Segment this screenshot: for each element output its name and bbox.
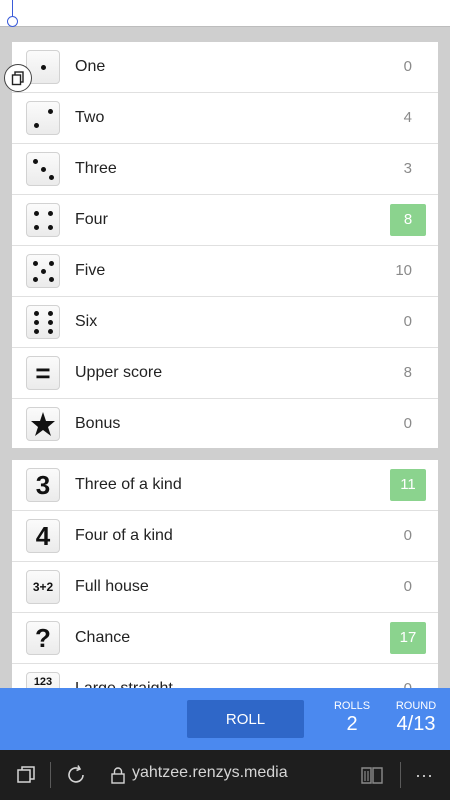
row-label: Four of a kind <box>75 527 173 544</box>
three-of-a-kind-icon: 3 <box>26 468 60 502</box>
tabs-icon[interactable] <box>14 763 38 787</box>
score-row-three-of-a-kind[interactable]: 3 Three of a kind 11 <box>12 460 438 511</box>
score-row-bonus: Bonus 0 <box>12 399 438 449</box>
score-row-five[interactable]: Five 10 <box>12 246 438 297</box>
score-row-one[interactable]: One 0 <box>12 42 438 93</box>
lock-icon <box>106 763 130 787</box>
upper-section: One 0 Two 4 Three 3 Four 8 Five 10 Six 0… <box>12 42 438 448</box>
toolbar-divider <box>400 762 401 788</box>
row-score-highlight: 8 <box>390 204 426 236</box>
row-score: 0 <box>403 415 412 432</box>
row-label: Six <box>75 313 98 330</box>
score-row-chance[interactable]: ? Chance 17 <box>12 613 438 664</box>
round-caption: ROUND <box>395 700 437 712</box>
row-score: 10 <box>395 262 412 279</box>
row-label: Bonus <box>75 415 121 432</box>
row-label: Upper score <box>75 364 163 381</box>
row-score: 0 <box>403 578 412 595</box>
row-label: Five <box>75 262 106 279</box>
die-five-icon <box>26 254 60 288</box>
cursor-handle[interactable] <box>7 16 18 27</box>
die-two-icon <box>26 101 60 135</box>
star-icon <box>26 407 60 441</box>
die-four-icon <box>26 203 60 237</box>
game-control-bar: ROLL ROLLS 2 ROUND 4/13 <box>0 688 450 750</box>
row-label: Three <box>75 160 117 177</box>
browser-toolbar: yahtzee.renzys.media ··· <box>0 750 450 800</box>
round-value: 4/13 <box>396 713 436 735</box>
row-score-highlight: 11 <box>390 469 426 501</box>
more-options-icon[interactable]: ··· <box>412 763 436 787</box>
row-label: One <box>75 58 106 75</box>
row-score-highlight: 17 <box>390 622 426 654</box>
row-label: Three of a kind <box>75 476 182 493</box>
row-score: 0 <box>403 313 412 330</box>
row-label: Two <box>75 109 105 126</box>
chance-icon: ? <box>26 621 60 655</box>
score-row-upper-score: = Upper score 8 <box>12 348 438 399</box>
row-score: 3 <box>403 160 412 177</box>
row-score: 0 <box>403 527 412 544</box>
copy-icon[interactable] <box>4 64 32 92</box>
row-label: Four <box>75 211 108 228</box>
row-label: Full house <box>75 578 149 595</box>
refresh-icon[interactable] <box>64 763 88 787</box>
address-bar-url[interactable]: yahtzee.renzys.media <box>132 764 288 782</box>
score-row-six[interactable]: Six 0 <box>12 297 438 348</box>
top-input-area[interactable] <box>0 0 450 27</box>
rolls-value: 2 <box>346 713 358 735</box>
score-row-four[interactable]: Four 8 <box>12 195 438 246</box>
row-label: Chance <box>75 629 131 646</box>
score-row-two[interactable]: Two 4 <box>12 93 438 144</box>
score-row-three[interactable]: Three 3 <box>12 144 438 195</box>
rolls-counter: ROLLS 2 <box>328 700 376 736</box>
die-six-icon <box>26 305 60 339</box>
score-row-four-of-a-kind[interactable]: 4 Four of a kind 0 <box>12 511 438 562</box>
rolls-caption: ROLLS <box>333 700 371 712</box>
row-score: 8 <box>403 364 412 381</box>
four-of-a-kind-icon: 4 <box>26 519 60 553</box>
round-counter: ROUND 4/13 <box>388 700 444 736</box>
full-house-icon: 3+2 <box>26 570 60 604</box>
lower-section: 3 Three of a kind 11 4 Four of a kind 0 … <box>12 460 438 700</box>
reading-view-icon[interactable] <box>360 763 384 787</box>
roll-button[interactable]: ROLL <box>187 700 304 738</box>
equals-icon: = <box>26 356 60 390</box>
toolbar-divider <box>50 762 51 788</box>
score-row-full-house[interactable]: 3+2 Full house 0 <box>12 562 438 613</box>
row-score: 4 <box>403 109 412 126</box>
row-score: 0 <box>403 58 412 75</box>
die-three-icon <box>26 152 60 186</box>
